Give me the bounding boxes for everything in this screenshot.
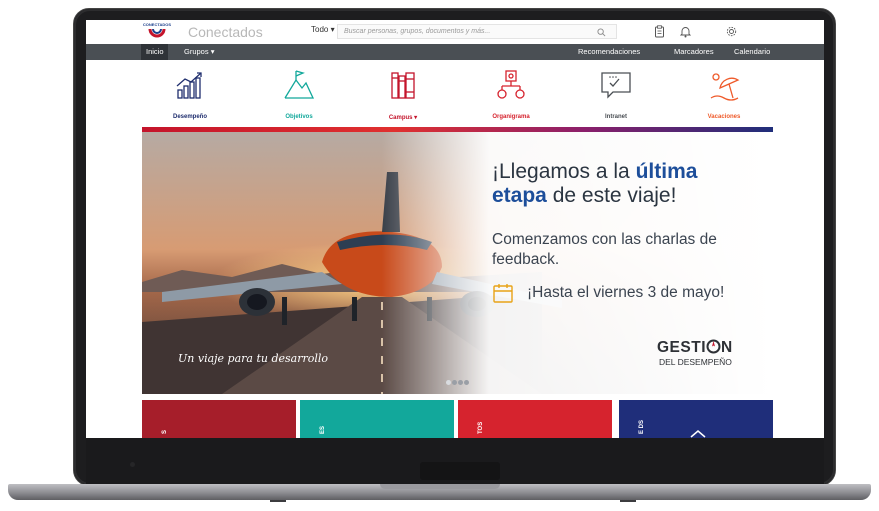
carousel-dot[interactable] xyxy=(464,380,469,385)
scroll-top-chevron-icon[interactable] xyxy=(690,430,706,438)
laptop-foot xyxy=(270,500,286,502)
nav-item-recomendaciones[interactable]: Recomendaciones xyxy=(578,47,640,56)
banner-headline-part2: de este viaje! xyxy=(546,184,677,207)
carousel-dot[interactable] xyxy=(446,380,451,385)
quick-link-intranet[interactable]: Intranet xyxy=(576,68,656,124)
quick-link-vacaciones[interactable]: Vacaciones xyxy=(684,68,764,124)
category-tile[interactable]: ES xyxy=(300,400,454,438)
logo-arc-icon xyxy=(148,28,166,38)
banner-subtitle: Comenzamos con las charlas de feedback. xyxy=(492,231,717,268)
gestion-logo-subtitle: DEL DESEMPEÑO xyxy=(659,357,732,367)
nav-item-marcadores[interactable]: Marcadores xyxy=(674,47,714,56)
caret-down-icon: ▾ xyxy=(412,115,418,121)
org-chart-icon xyxy=(497,70,525,99)
laptop-foot xyxy=(620,500,636,502)
banner-deadline: ¡Hasta el viernes 3 de mayo! xyxy=(527,284,725,301)
tile-label: S xyxy=(162,429,168,434)
beach-umbrella-icon xyxy=(710,73,740,101)
gestion-logo-wordmark: GESTI N xyxy=(657,339,733,357)
carousel-dot[interactable] xyxy=(452,380,457,385)
quick-link-label: Desempeño xyxy=(172,114,207,120)
quick-link-label: Campus xyxy=(388,115,413,121)
banner-headline-part1: ¡Llegamos a la xyxy=(492,160,636,183)
top-header: CONECTADOS Conectados Todo ▾ Buscar pers… xyxy=(86,20,824,44)
hero-banner[interactable]: ¡Llegamos a la última etapa de este viaj… xyxy=(142,132,773,394)
banner-headline: ¡Llegamos a la última etapa de este viaj… xyxy=(492,160,762,208)
banner-headline-accent1: última xyxy=(635,160,698,183)
carousel-dots xyxy=(446,380,470,386)
laptop-lid-lip xyxy=(380,484,500,489)
nav-item-inicio[interactable]: Inicio xyxy=(146,47,164,56)
search-icon[interactable] xyxy=(597,28,606,37)
gestion-logo-text-a: GESTI xyxy=(657,339,707,356)
clipboard-icon[interactable] xyxy=(654,25,665,38)
quick-link-label: Vacaciones xyxy=(707,114,741,120)
sensor-dot xyxy=(130,462,135,467)
quick-link-label: Organigrama xyxy=(492,114,530,120)
caret-down-icon: ▾ xyxy=(208,47,215,56)
bell-icon[interactable] xyxy=(680,25,691,38)
search-placeholder: Buscar personas, grupos, documentos y má… xyxy=(344,28,491,35)
category-tile[interactable]: TOS xyxy=(458,400,612,438)
gestion-desempeno-logo: GESTI N DEL DESEMPEÑO xyxy=(657,339,747,371)
quick-link-campus-label: Campus ▾ xyxy=(363,114,443,121)
banner-headline-accent2: etapa xyxy=(492,184,547,207)
quick-link-label: Intranet xyxy=(604,114,627,120)
search-input[interactable]: Buscar personas, grupos, documentos y má… xyxy=(337,24,617,39)
books-icon xyxy=(391,72,415,99)
quick-link-organigrama[interactable]: Organigrama xyxy=(471,68,551,124)
hinge-notch xyxy=(420,462,500,480)
category-tiles: S ES TOS E DS xyxy=(142,400,773,438)
quick-link-label: Objetivos xyxy=(285,114,313,120)
logo-wordmark: CONECTADOS xyxy=(142,22,172,27)
tile-label: E DS xyxy=(639,419,645,434)
carousel-dot[interactable] xyxy=(458,380,463,385)
app-brand-name: Conectados xyxy=(188,24,263,40)
quick-link-desempeno[interactable]: Desempeño xyxy=(150,68,230,124)
search-scope-label: Todo xyxy=(311,25,329,34)
compass-o-icon xyxy=(706,339,721,354)
mountain-flag-icon xyxy=(284,70,315,99)
quick-link-objetivos[interactable]: Objetivos xyxy=(259,68,339,124)
app-logo[interactable]: CONECTADOS xyxy=(140,22,174,42)
quick-links-bar: Desempeño Objetivos Campus ▾ Organigrama… xyxy=(86,60,824,127)
laptop-mockup: CONECTADOS Conectados Todo ▾ Buscar pers… xyxy=(0,0,879,511)
gestion-logo-text-b: N xyxy=(721,339,733,356)
nav-item-grupos-label: Grupos xyxy=(184,47,209,56)
banner-tagline: Un viaje para tu desarrollo xyxy=(178,352,329,365)
chart-growth-icon xyxy=(176,72,202,99)
laptop-screen: CONECTADOS Conectados Todo ▾ Buscar pers… xyxy=(86,20,824,438)
tile-label: TOS xyxy=(478,421,484,434)
quick-link-campus[interactable]: Campus ▾ xyxy=(363,68,443,124)
caret-down-icon: ▾ xyxy=(330,25,335,34)
search-scope-dropdown[interactable]: Todo ▾ xyxy=(311,25,335,34)
calendar-icon xyxy=(493,284,513,303)
nav-item-calendario[interactable]: Calendario xyxy=(734,47,770,56)
chat-screen-icon xyxy=(601,72,631,99)
tile-label: ES xyxy=(320,425,326,434)
main-navbar: Inicio Grupos ▾ Recomendaciones Marcador… xyxy=(86,44,824,60)
gear-icon[interactable] xyxy=(726,25,737,38)
category-tile[interactable]: S xyxy=(142,400,296,438)
nav-item-grupos[interactable]: Grupos ▾ xyxy=(184,47,214,56)
